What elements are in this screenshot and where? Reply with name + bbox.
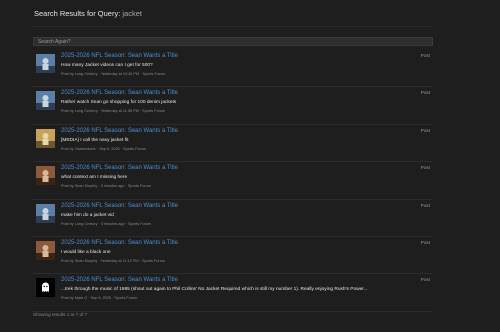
avatar[interactable] (36, 203, 55, 223)
result-snippet: I would like a black one (61, 249, 111, 255)
avatar[interactable] (36, 91, 55, 111)
result-type-label: Post (420, 202, 430, 208)
result-type-label: Post (420, 239, 430, 245)
result-type-label: Post (420, 165, 430, 171)
result-row[interactable]: 2025-2026 NFL Season: Sean Wants a Title… (33, 200, 433, 237)
avatar[interactable] (36, 278, 55, 298)
search-query: jacket (122, 9, 142, 18)
result-meta: Post by Sean Murphy · Yesterday at 11:12… (61, 258, 165, 263)
result-title-link[interactable]: 2025-2026 NFL Season: Sean Wants a Title (61, 128, 178, 134)
avatar[interactable] (36, 54, 55, 73)
result-title-link[interactable]: 2025-2026 NFL Season: Sean Wants a Title (61, 53, 178, 59)
search-again-input[interactable]: Search Again? (33, 37, 433, 46)
result-row[interactable]: 2025-2026 NFL Season: Sean Wants a Title… (33, 125, 433, 163)
result-title-link[interactable]: 2025-2026 NFL Season: Sean Wants a Title (61, 165, 178, 171)
result-meta: Post by Long Century · Yesterday at 10:2… (61, 72, 166, 76)
result-row[interactable]: 2025-2026 NFL Season: Sean Wants a Title… (33, 162, 433, 200)
result-meta: Post by Long Century · Yesterday at 11:5… (61, 109, 166, 114)
result-row[interactable]: 2025-2026 NFL Season: Sean Wants a Title… (33, 50, 433, 88)
result-row[interactable]: 2025-2026 NFL Season: Sean Wants a Title… (33, 87, 433, 125)
result-row[interactable]: 2025-2026 NFL Season: Sean Wants a Title… (33, 274, 433, 312)
avatar[interactable] (36, 240, 55, 260)
result-snippet: [MEDIA] I call the navy jacket fit (61, 137, 129, 143)
result-snippet: ...trek through the music of 1985 (shout… (61, 287, 368, 293)
result-row[interactable]: 2025-2026 NFL Season: Sean Wants a Title… (33, 237, 433, 275)
result-type-label: Post (420, 53, 430, 58)
avatar[interactable] (36, 166, 55, 186)
result-snippet: How many Jacket videos can I get for 500… (61, 63, 153, 68)
result-type-label: Post (420, 127, 430, 133)
result-title-link[interactable]: 2025-2026 NFL Season: Sean Wants a Title (61, 277, 178, 283)
result-title-link[interactable]: 2025-2026 NFL Season: Sean Wants a Title (61, 240, 178, 246)
result-snippet: what context am I missing here (61, 175, 128, 181)
result-meta: Post by Gamerdozer · Sep 6, 2025 · Sport… (61, 146, 147, 151)
avatar[interactable] (36, 128, 55, 148)
result-meta: Post by Mark O · Sep 6, 2025 · Sports Fo… (61, 296, 138, 301)
result-snippet: Rather watch Sean go shopping for 100 de… (61, 100, 177, 106)
result-meta: Post by Long Century · 3 minutes ago · S… (61, 221, 152, 226)
result-snippet: make him do a jacket vid (61, 212, 114, 218)
result-type-label: Post (420, 90, 430, 96)
page-title: Search Results for Query: jacket (34, 9, 142, 18)
result-title-link[interactable]: 2025-2026 NFL Season: Sean Wants a Title (61, 203, 178, 209)
results-list: 2025-2026 NFL Season: Sean Wants a Title… (33, 50, 433, 312)
result-type-label: Post (420, 277, 430, 283)
divider (33, 26, 433, 27)
result-title-link[interactable]: 2025-2026 NFL Season: Sean Wants a Title (61, 90, 178, 96)
result-meta: Post by Sean Murphy · 3 minutes ago · Sp… (61, 184, 151, 189)
results-count: Showing results 1 to 7 of 7 (33, 312, 88, 317)
title-prefix: Search Results for Query: (34, 9, 123, 18)
